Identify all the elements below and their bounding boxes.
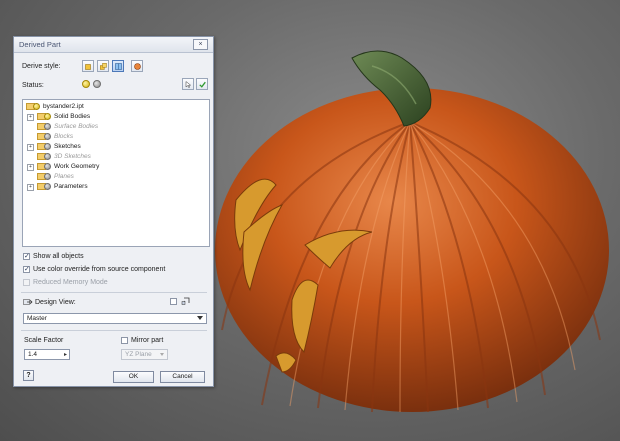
help-button[interactable]: ? (23, 370, 34, 381)
chevron-down-icon (197, 316, 203, 320)
gray-status-icon (44, 183, 51, 190)
select-from-base-button[interactable] (182, 78, 194, 90)
expand-icon[interactable]: + (27, 184, 34, 191)
gray-status-icon (44, 133, 51, 140)
cursor-icon (185, 81, 192, 88)
divider (21, 292, 207, 293)
single-solid-icon (85, 64, 91, 70)
expand-icon[interactable]: + (27, 164, 34, 171)
derive-composite-button[interactable] (131, 60, 143, 72)
scale-factor-input[interactable]: 1.4 ▸ (24, 349, 70, 360)
composite-icon (134, 63, 141, 70)
design-view-associative-checkbox[interactable] (170, 298, 177, 305)
cancel-button[interactable]: Cancel (160, 371, 205, 383)
design-view-label: Design View: (35, 299, 76, 306)
mirror-plane-select: YZ Plane (121, 349, 168, 360)
scale-factor-label: Scale Factor (24, 337, 64, 344)
design-view-icon (23, 299, 33, 305)
pumpkin-model[interactable] (215, 50, 609, 413)
ok-button[interactable]: OK (113, 371, 154, 383)
spinner-arrow-icon[interactable]: ▸ (64, 351, 67, 358)
derive-single-solid-button[interactable] (82, 60, 94, 72)
show-all-objects-label: Show all objects (33, 253, 84, 260)
keep-seams-icon (115, 63, 122, 70)
exclude-status-icon[interactable] (93, 80, 101, 88)
include-status-icon[interactable] (82, 80, 90, 88)
mirror-part-checkbox[interactable] (121, 337, 128, 344)
link-icon[interactable] (181, 297, 190, 306)
derived-part-dialog: Derived Part × Derive style: Status: bys… (13, 36, 214, 387)
gray-status-icon (44, 123, 51, 130)
multiple-solids-icon (100, 63, 107, 70)
gray-status-icon (44, 173, 51, 180)
gray-status-icon (44, 163, 51, 170)
dialog-titlebar[interactable]: Derived Part × (14, 37, 213, 53)
reduced-memory-label: Reduced Memory Mode (33, 279, 108, 286)
close-button[interactable]: × (193, 39, 208, 50)
mirror-part-label: Mirror part (131, 337, 164, 344)
yellow-status-icon (44, 113, 51, 120)
dialog-title: Derived Part (19, 40, 61, 49)
derive-multiple-solids-button[interactable] (97, 60, 109, 72)
divider (21, 330, 207, 331)
gray-status-icon (44, 153, 51, 160)
expand-icon[interactable]: + (27, 114, 34, 121)
color-override-label: Use color override from source component (33, 266, 166, 273)
status-label: Status: (22, 82, 44, 89)
part-icon (33, 103, 40, 110)
derive-keep-seams-button[interactable] (112, 60, 124, 72)
show-all-objects-checkbox[interactable]: ✓ (23, 253, 30, 260)
design-view-select[interactable]: Master (23, 313, 207, 324)
derive-style-label: Derive style: (22, 63, 61, 70)
reduced-memory-checkbox (23, 279, 30, 286)
color-override-checkbox[interactable]: ✓ (23, 266, 30, 273)
derived-objects-tree[interactable]: bystander2.ipt + Solid Bodies Surface Bo… (22, 99, 210, 247)
gray-status-icon (44, 143, 51, 150)
accept-changes-button[interactable] (196, 78, 208, 90)
expand-icon[interactable]: + (27, 144, 34, 151)
chevron-down-icon (160, 353, 164, 356)
checkmark-icon (199, 81, 206, 88)
